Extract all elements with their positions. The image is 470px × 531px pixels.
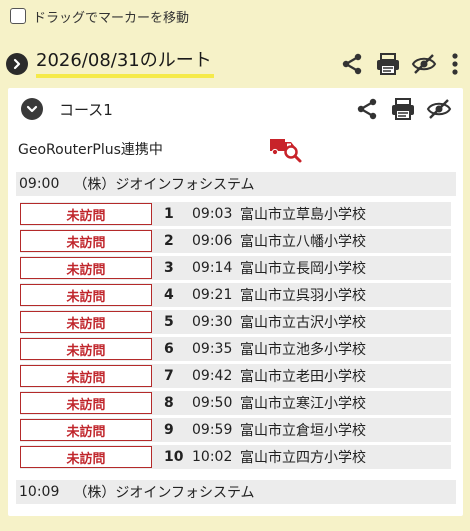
visit-number: 2 [164,233,174,249]
course-panel: コース1 GeoRouterPlus連携中 09:00 （株）ジオインフォシステ… [8,88,463,516]
visit-status-button[interactable]: 未訪問 [20,230,152,252]
visit-number: 10 [164,449,184,465]
visit-status-button[interactable]: 未訪問 [20,284,152,306]
chevron-right-icon [13,58,21,70]
course-visibility-button[interactable] [425,95,453,123]
share-icon [342,53,362,75]
visit-number: 5 [164,314,174,330]
visit-row: 未訪問 6 09:35 富山市立池多小学校 [20,337,451,361]
visit-row: 未訪問 3 09:14 富山市立長岡小学校 [20,256,451,280]
end-point-row: 10:09 （株）ジオインフォシステム [16,480,456,504]
route-title: 2026/08/31のルート [36,50,214,78]
more-vertical-icon [452,53,458,75]
visit-time: 09:03 [192,206,233,222]
visit-time: 09:30 [192,314,233,330]
visit-time: 09:59 [192,422,233,438]
visit-time: 09:21 [192,287,233,303]
visit-name: 富山市立八幡小学校 [240,234,366,250]
route-visibility-button[interactable] [410,50,438,78]
eye-off-icon [411,54,437,74]
visit-number: 7 [164,368,174,384]
route-actions [338,50,464,78]
course-header: コース1 [21,95,453,123]
visit-row: 未訪問 8 09:50 富山市立寒江小学校 [20,391,451,415]
visit-list: 未訪問 1 09:03 富山市立草島小学校 未訪問 2 09:06 富山市立八幡… [20,202,451,472]
drag-marker-toggle[interactable]: ドラッグでマーカーを移動 [10,5,189,27]
start-time: 09:00 [19,176,60,192]
visit-status-button[interactable]: 未訪問 [20,446,152,468]
print-icon [392,98,414,120]
visit-time: 09:06 [192,233,233,249]
visit-row: 未訪問 1 09:03 富山市立草島小学校 [20,202,451,226]
end-time: 10:09 [19,484,60,500]
eye-off-icon [426,99,452,119]
visit-row: 未訪問 4 09:21 富山市立呉羽小学校 [20,283,451,307]
visit-status-button[interactable]: 未訪問 [20,203,152,225]
visit-number: 6 [164,341,174,357]
course-collapse-button[interactable] [21,98,43,120]
visit-name: 富山市立四方小学校 [240,450,366,466]
course-share-button[interactable] [353,95,381,123]
visit-status-button[interactable]: 未訪問 [20,338,152,360]
visit-row: 未訪問 5 09:30 富山市立古沢小学校 [20,310,451,334]
chevron-down-icon [26,105,38,113]
visit-number: 3 [164,260,174,276]
course-print-button[interactable] [389,95,417,123]
visit-time: 09:50 [192,395,233,411]
visit-time: 09:42 [192,368,233,384]
visit-status-button[interactable]: 未訪問 [20,257,152,279]
start-point-row: 09:00 （株）ジオインフォシステム [16,172,456,196]
visit-name: 富山市立寒江小学校 [240,396,366,412]
route-expand-button[interactable] [6,53,28,75]
visit-number: 9 [164,422,174,438]
drag-marker-label: ドラッグでマーカーを移動 [33,10,190,26]
visit-status-button[interactable]: 未訪問 [20,419,152,441]
geo-router-button[interactable] [268,132,304,164]
visit-status-button[interactable]: 未訪問 [20,392,152,414]
print-icon [377,53,399,75]
truck-search-icon [270,139,302,163]
visit-time: 09:14 [192,260,233,276]
route-more-button[interactable] [446,50,464,78]
integration-label: GeoRouterPlus連携中 [18,142,163,158]
visit-name: 富山市立老田小学校 [240,369,366,385]
visit-name: 富山市立呉羽小学校 [240,288,366,304]
visit-name: 富山市立古沢小学校 [240,315,366,331]
end-name: （株）ジオインフォシステム [73,485,255,501]
visit-name: 富山市立草島小学校 [240,207,366,223]
visit-name: 富山市立長岡小学校 [240,261,366,277]
visit-row: 未訪問 9 09:59 富山市立倉垣小学校 [20,418,451,442]
visit-time: 09:35 [192,341,233,357]
visit-row: 未訪問 2 09:06 富山市立八幡小学校 [20,229,451,253]
visit-row: 未訪問 7 09:42 富山市立老田小学校 [20,364,451,388]
visit-number: 4 [164,287,174,303]
drag-marker-checkbox[interactable] [10,8,26,24]
route-print-button[interactable] [374,50,402,78]
course-actions [353,95,453,123]
visit-number: 1 [164,206,174,222]
visit-time: 10:02 [192,449,233,465]
route-header: 2026/08/31のルート [6,48,464,80]
visit-row: 未訪問 10 10:02 富山市立四方小学校 [20,445,451,469]
integration-row: GeoRouterPlus連携中 [18,133,453,165]
share-icon [357,98,377,120]
route-share-button[interactable] [338,50,366,78]
start-name: （株）ジオインフォシステム [73,177,255,193]
visit-name: 富山市立倉垣小学校 [240,423,366,439]
visit-status-button[interactable]: 未訪問 [20,365,152,387]
visit-name: 富山市立池多小学校 [240,342,366,358]
visit-number: 8 [164,395,174,411]
course-title: コース1 [59,100,113,119]
visit-status-button[interactable]: 未訪問 [20,311,152,333]
